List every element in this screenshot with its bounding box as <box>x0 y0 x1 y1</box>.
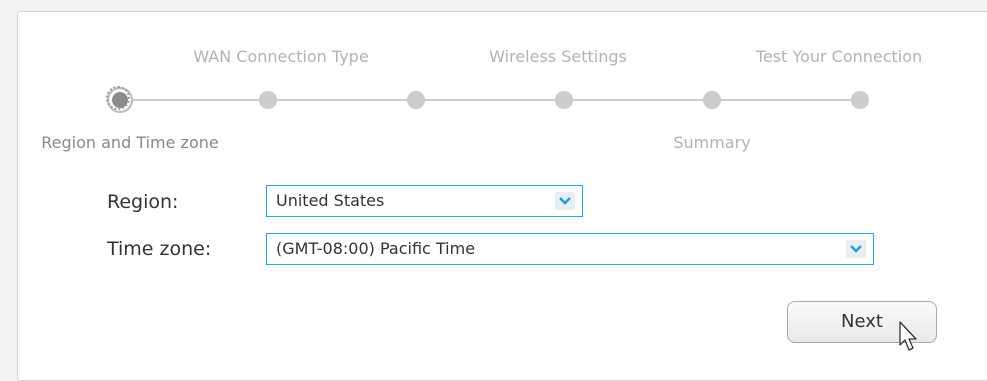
timezone-select[interactable]: (GMT-08:00) Pacific Time <box>266 233 874 265</box>
next-button-label: Next <box>841 311 883 332</box>
region-select-value: United States <box>276 191 385 210</box>
step-label-wireless-settings: Wireless Settings <box>489 47 627 66</box>
mouse-pointer-icon <box>899 321 917 351</box>
region-select[interactable]: United States <box>266 185 583 217</box>
step-dot-wireless-settings <box>555 91 573 109</box>
step-dot-summary <box>703 91 721 109</box>
step-dot-test-your-connection <box>851 91 869 109</box>
region-label: Region: <box>107 191 179 213</box>
timezone-select-value: (GMT-08:00) Pacific Time <box>276 239 476 258</box>
timezone-label: Time zone: <box>107 238 212 260</box>
step-label-test-your-connection: Test Your Connection <box>755 47 923 66</box>
step-dot-3 <box>407 91 425 109</box>
chevron-down-icon[interactable] <box>555 192 575 210</box>
chevron-down-icon[interactable] <box>846 240 866 258</box>
step-label-region-time-zone: Region and Time zone <box>41 133 219 152</box>
step-label-summary: Summary <box>673 133 751 152</box>
wizard-progress-track <box>120 99 860 101</box>
step-label-wan-connection-type: WAN Connection Type <box>193 47 369 66</box>
step-dot-wan-connection-type <box>259 91 277 109</box>
step-dot-region-time-zone <box>106 86 130 110</box>
